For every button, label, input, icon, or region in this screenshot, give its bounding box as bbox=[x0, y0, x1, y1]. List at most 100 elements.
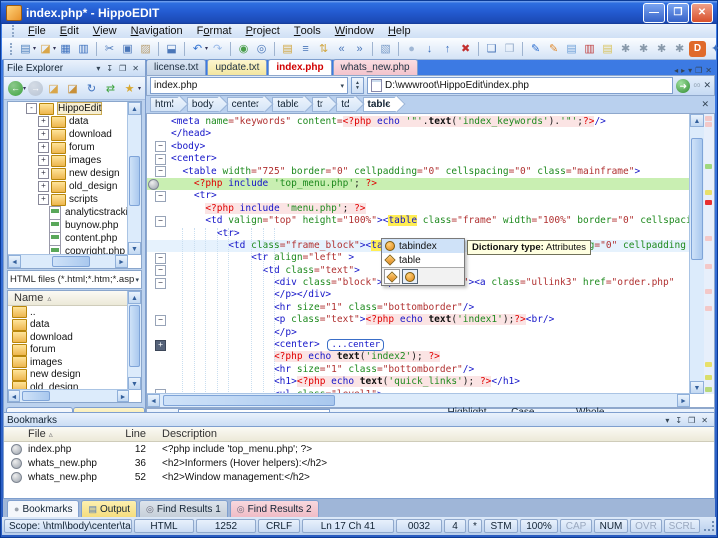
tree-item[interactable]: +old_design bbox=[8, 180, 141, 193]
minimize-button[interactable]: — bbox=[643, 3, 665, 23]
document-spinner[interactable]: ▲▼ bbox=[351, 77, 364, 94]
tree-item[interactable]: analyticstrackin bbox=[8, 206, 141, 219]
tree-item[interactable]: +forum bbox=[8, 141, 141, 154]
tree-hscrollbar[interactable]: ◄ ► bbox=[8, 254, 128, 268]
bookmark-toggle-icon[interactable]: ● bbox=[403, 41, 420, 57]
tree-item[interactable]: +download bbox=[8, 128, 141, 141]
chevron-down-icon[interactable]: ▾ bbox=[33, 45, 36, 52]
breadcrumb-item-table[interactable]: table bbox=[363, 97, 397, 112]
comment-icon[interactable]: ❑ bbox=[483, 41, 500, 57]
fold-collapse-icon[interactable]: − bbox=[155, 216, 166, 227]
indent-left-icon[interactable]: « bbox=[333, 41, 350, 57]
help-flame-icon[interactable]: ✦ bbox=[707, 41, 718, 57]
list-scroll-right-icon[interactable]: ► bbox=[117, 390, 129, 402]
maximize-panel-icon[interactable]: ❐ bbox=[685, 416, 698, 425]
chevron-down-icon[interactable]: ▾ bbox=[138, 85, 141, 92]
menu-item-window[interactable]: Window bbox=[328, 25, 381, 37]
tree-item[interactable]: +data bbox=[8, 115, 141, 128]
bookmark-row[interactable]: index.php12<?php include 'top_menu.php';… bbox=[4, 442, 714, 456]
tree-scroll-down-icon[interactable]: ▼ bbox=[128, 242, 141, 255]
list-hscroll-thumb[interactable] bbox=[22, 391, 50, 401]
document-selector[interactable]: index.php ▾ bbox=[150, 77, 348, 94]
expand-icon[interactable]: + bbox=[38, 129, 49, 140]
menu-item-format[interactable]: Format bbox=[190, 25, 239, 37]
chevron-down-icon[interactable]: ▾ bbox=[23, 85, 26, 92]
editor-hscrollbar[interactable]: ◄ ► bbox=[147, 393, 690, 407]
code-line[interactable]: −<body> bbox=[147, 141, 690, 153]
editor-scroll-right-icon[interactable]: ► bbox=[677, 394, 690, 407]
menu-item-navigation[interactable]: Navigation bbox=[124, 25, 190, 37]
indent-right-icon[interactable]: » bbox=[351, 41, 368, 57]
expand-icon[interactable]: + bbox=[38, 194, 49, 205]
preview-icon[interactable]: ◉ bbox=[235, 41, 252, 57]
cut-icon[interactable]: ✂ bbox=[101, 41, 118, 57]
list-scroll-down-icon[interactable]: ▼ bbox=[128, 377, 141, 390]
fold-collapse-icon[interactable]: − bbox=[155, 265, 166, 276]
fold-collapse-icon[interactable]: − bbox=[155, 141, 166, 152]
uncomment-icon[interactable]: ❒ bbox=[501, 41, 518, 57]
settings1-icon[interactable]: ✱ bbox=[617, 41, 634, 57]
tree-scroll-right-icon[interactable]: ► bbox=[115, 255, 128, 268]
breadcrumb-item-html[interactable]: html bbox=[150, 97, 180, 112]
save-icon[interactable]: ▦ bbox=[57, 41, 74, 57]
breadcrumb-close-icon[interactable]: ✕ bbox=[701, 99, 715, 110]
fold-collapse-icon[interactable]: − bbox=[155, 191, 166, 202]
back-icon[interactable]: ← bbox=[8, 81, 23, 96]
save-all-icon[interactable]: ▥ bbox=[75, 41, 92, 57]
settings3-icon[interactable]: ✱ bbox=[653, 41, 670, 57]
bookmark-list-icon[interactable]: ▤ bbox=[279, 41, 296, 57]
tree-hscroll-thumb[interactable] bbox=[52, 256, 90, 267]
favorites-icon[interactable]: ★ bbox=[121, 80, 138, 96]
menu-item-edit[interactable]: Edit bbox=[53, 25, 86, 37]
tool-edit-blue-icon[interactable]: ✎ bbox=[527, 41, 544, 57]
settings4-icon[interactable]: ✱ bbox=[671, 41, 688, 57]
breadcrumb-item-table[interactable]: table bbox=[272, 97, 305, 112]
fold-collapse-icon[interactable]: − bbox=[155, 253, 166, 264]
browser-icon[interactable]: ◎ bbox=[253, 41, 270, 57]
breadcrumb-item-center[interactable]: center bbox=[227, 97, 266, 112]
maximize-panel-icon[interactable]: ❐ bbox=[116, 64, 129, 73]
open-file-icon[interactable]: ◪ bbox=[37, 41, 54, 57]
panel-menu-icon[interactable]: ▾ bbox=[93, 64, 103, 73]
list-item[interactable]: data bbox=[8, 319, 141, 332]
menu-item-help[interactable]: Help bbox=[381, 25, 418, 37]
paste-icon[interactable]: ▨ bbox=[137, 41, 154, 57]
tree-item[interactable]: +images bbox=[8, 154, 141, 167]
editor-hscroll-thumb[interactable] bbox=[163, 395, 335, 406]
breadcrumb-item-body[interactable]: body bbox=[187, 97, 220, 112]
list-hscrollbar[interactable]: ◄ ► bbox=[8, 389, 129, 402]
sort-icon[interactable]: ⇅ bbox=[315, 41, 332, 57]
menu-item-file[interactable]: File bbox=[21, 25, 53, 37]
menu-item-project[interactable]: Project bbox=[239, 25, 287, 37]
notes-icon[interactable]: ▤ bbox=[599, 41, 616, 57]
code-line[interactable]: −<center> bbox=[147, 153, 690, 165]
close-doc-icon[interactable]: ✕ bbox=[705, 66, 712, 75]
editor-scroll-up-icon[interactable]: ▲ bbox=[690, 114, 704, 127]
breadcrumb-item-td[interactable]: td bbox=[336, 97, 355, 112]
code-line[interactable]: − <tr> bbox=[147, 190, 690, 202]
tree-item[interactable]: +new design bbox=[8, 167, 141, 180]
code-line[interactable]: <?php include 'top_menu.php'; ?> bbox=[147, 178, 690, 190]
tree-item[interactable]: buynow.php bbox=[8, 219, 141, 232]
code-line[interactable]: − <table width="725" border="0" cellpadd… bbox=[147, 166, 690, 178]
chevron-down-icon[interactable]: ▾ bbox=[53, 45, 56, 52]
go-button[interactable]: ➜ bbox=[676, 79, 690, 93]
menu-item-view[interactable]: View bbox=[86, 25, 124, 37]
maximize-doc-icon[interactable]: ❐ bbox=[695, 66, 702, 75]
code-line[interactable]: <?php include 'menu.php'; ?> bbox=[147, 203, 690, 215]
autocomplete-item-tabindex[interactable]: tabindex bbox=[382, 239, 464, 253]
refresh-icon[interactable]: ↻ bbox=[83, 80, 100, 96]
chevron-down-icon[interactable]: ▾ bbox=[205, 45, 208, 52]
list-item[interactable]: new design bbox=[8, 369, 141, 382]
expand-icon[interactable]: + bbox=[38, 181, 49, 192]
code-line[interactable]: </head> bbox=[147, 128, 690, 140]
doc-tab-whats-new-php[interactable]: whats_new.php bbox=[333, 59, 418, 75]
editor-scroll-thumb[interactable] bbox=[691, 138, 703, 260]
tree-item[interactable]: -HippoEdit bbox=[8, 102, 141, 115]
print-icon[interactable]: ⬓ bbox=[163, 41, 180, 57]
download-icon[interactable]: D bbox=[689, 41, 706, 57]
fold-collapse-icon[interactable]: − bbox=[155, 315, 166, 326]
folder-up-icon[interactable]: ◪ bbox=[45, 80, 62, 96]
fold-collapse-icon[interactable]: − bbox=[155, 278, 166, 289]
tab-scroll-left-icon[interactable]: ◂ bbox=[674, 66, 678, 75]
